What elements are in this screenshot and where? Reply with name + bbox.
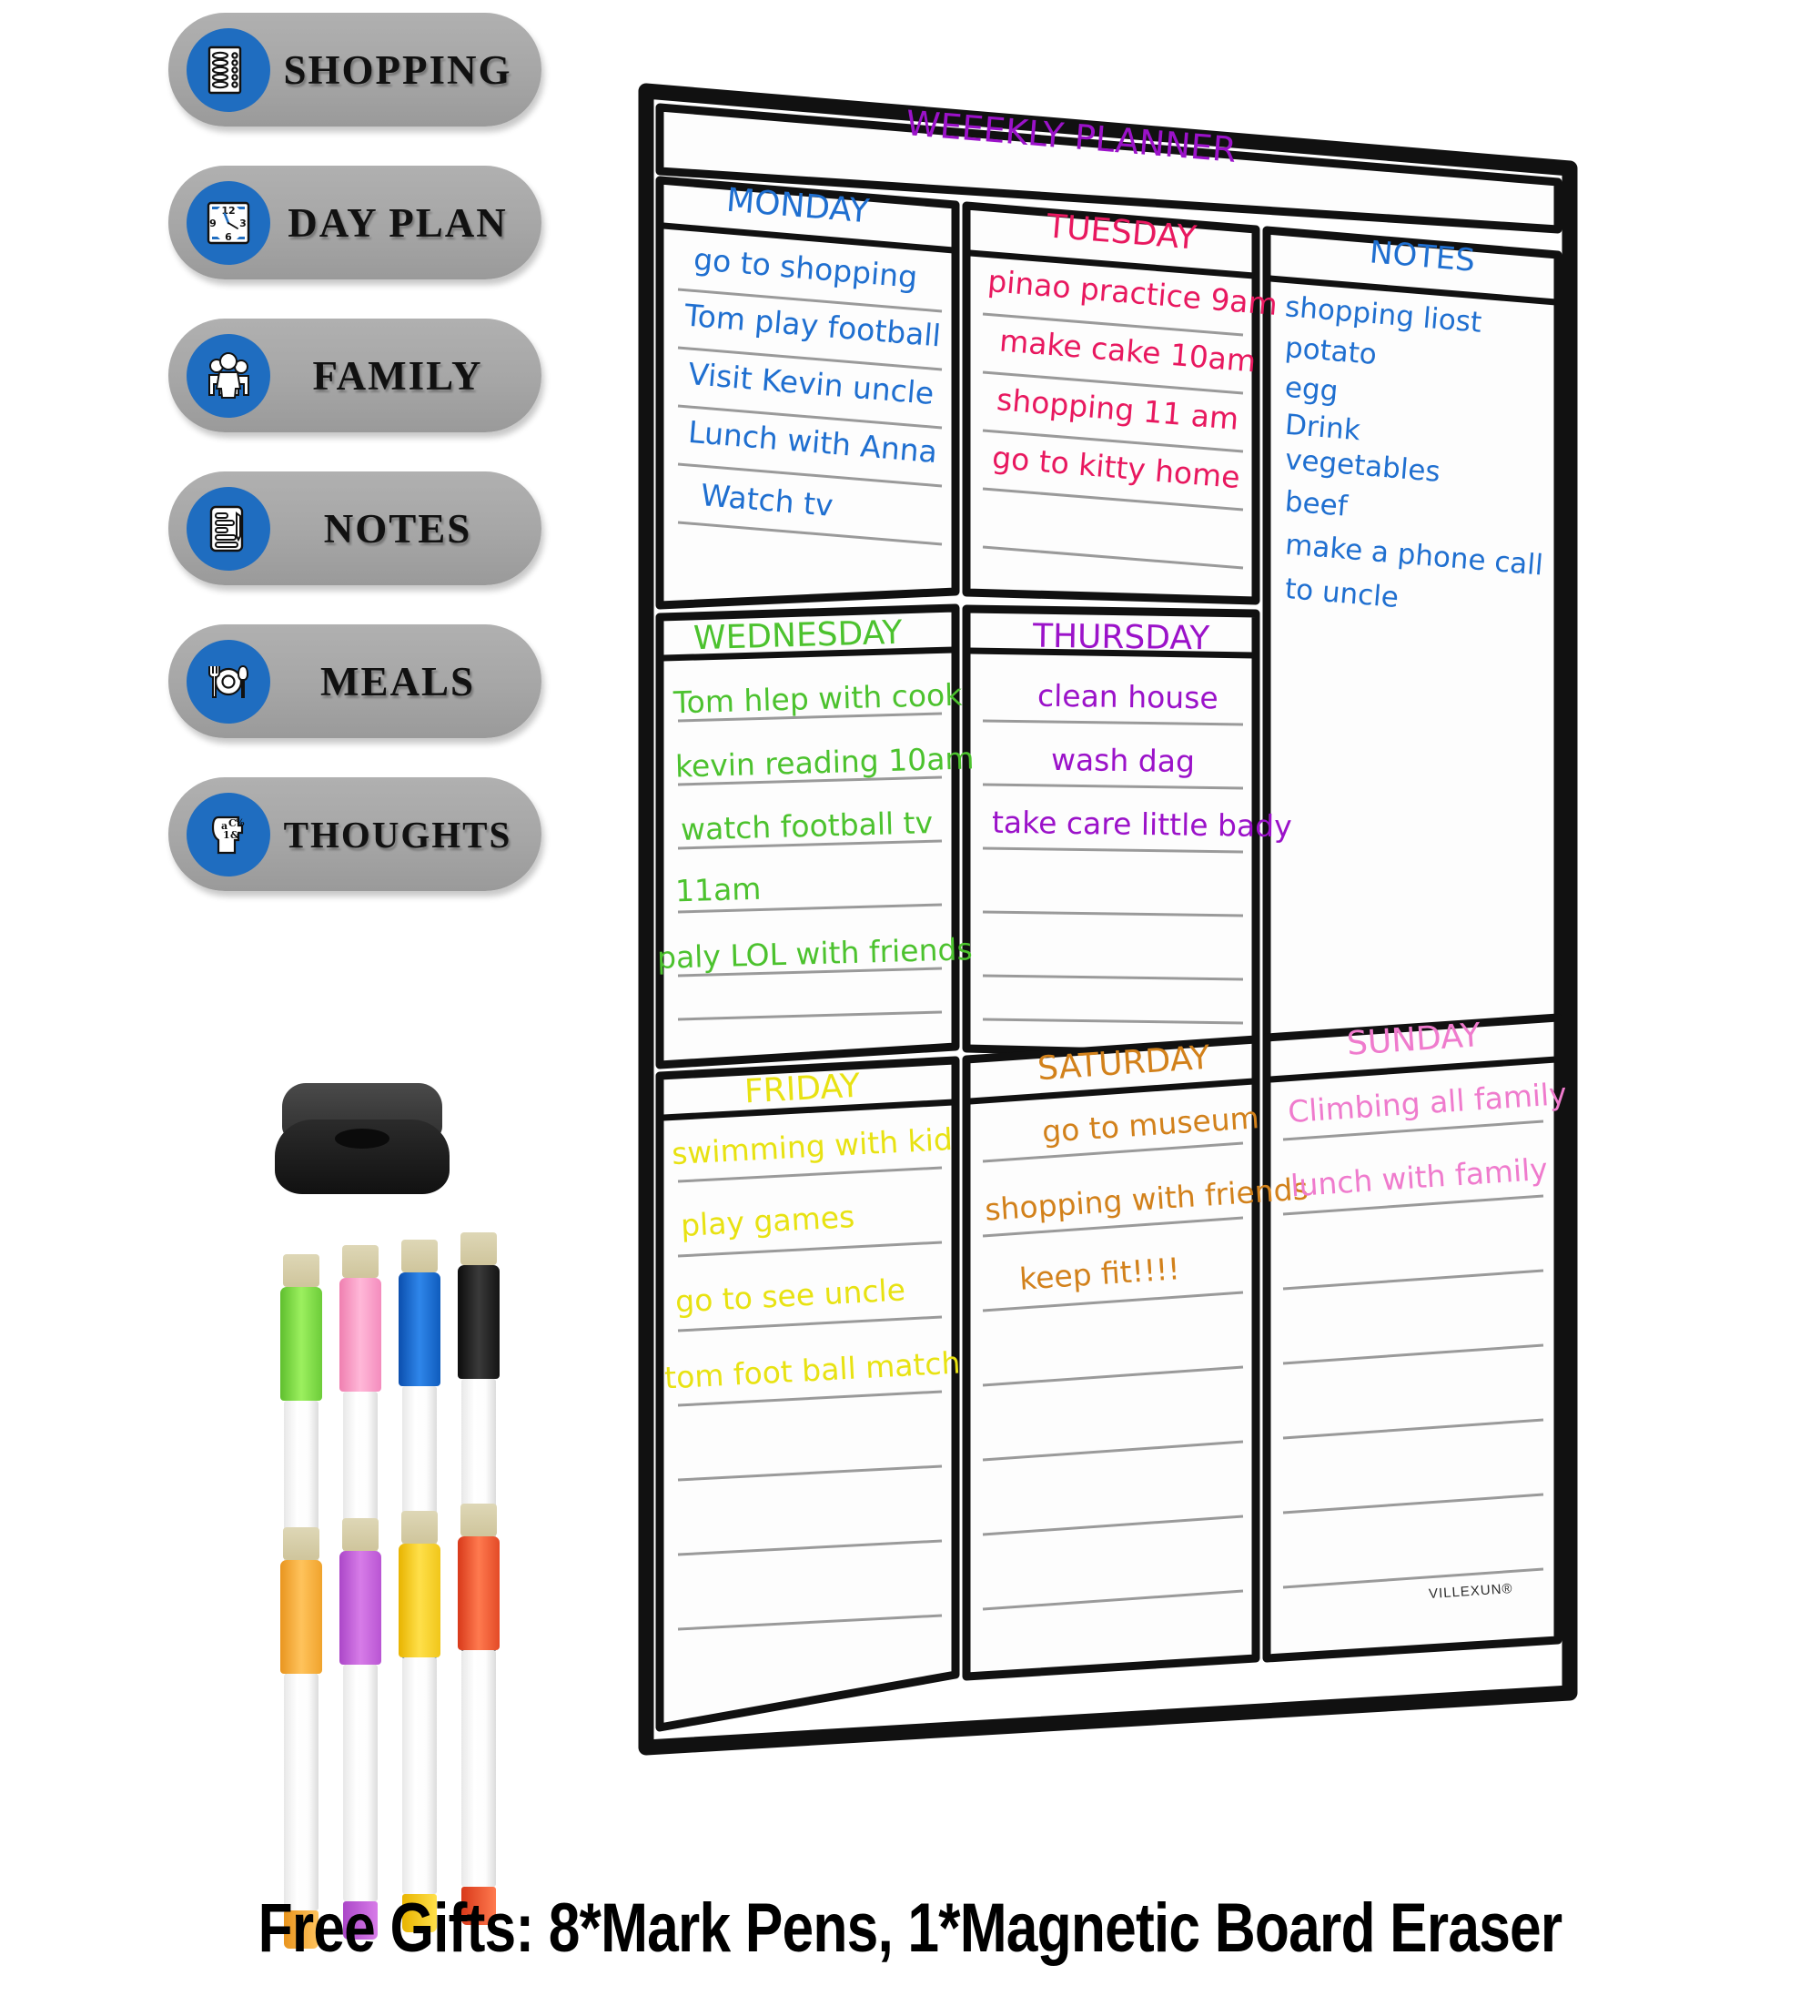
pen-barrel xyxy=(343,1665,378,1901)
marker-pen xyxy=(458,1504,500,1925)
pen-barrel xyxy=(461,1650,496,1887)
product-image: SHOPPING 12 9 3 6 DAY PLAN FAMILY NOTES … xyxy=(0,0,1820,2016)
marker-pen xyxy=(399,1511,440,1932)
promo-caption: Free Gifts: 8*Mark Pens, 1*Magnetic Boar… xyxy=(258,1889,1562,1967)
magnet-shopping[interactable]: SHOPPING xyxy=(168,13,541,127)
pen-cap xyxy=(280,1287,322,1401)
svg-text:9: 9 xyxy=(209,218,217,229)
pen-barrel xyxy=(402,1657,437,1894)
eraser-notch xyxy=(335,1129,389,1149)
magnet-meals[interactable]: MEALS xyxy=(168,624,541,738)
marker-pen xyxy=(339,1518,381,1940)
entry-thursday-2[interactable]: wash dag xyxy=(1051,742,1195,779)
magnet-day-plan[interactable]: 12 9 3 6 DAY PLAN xyxy=(168,166,541,279)
pen-tip xyxy=(342,1518,379,1551)
pen-tip xyxy=(401,1511,438,1544)
marker-pen-set xyxy=(273,1232,546,1949)
pen-cap xyxy=(399,1544,440,1657)
notes-line-4[interactable]: Drink xyxy=(1284,409,1361,448)
svg-text:3: 3 xyxy=(239,218,247,229)
shopping-list-icon xyxy=(187,27,270,112)
magnet-notes[interactable]: NOTES xyxy=(168,471,541,585)
svg-text:&: & xyxy=(230,829,239,841)
pen-cap xyxy=(339,1551,381,1665)
svg-text:12: 12 xyxy=(221,205,235,217)
pen-cap xyxy=(399,1272,440,1386)
pen-tip xyxy=(460,1232,497,1265)
magnet-family[interactable]: FAMILY xyxy=(168,319,541,432)
magnet-label-set: SHOPPING 12 9 3 6 DAY PLAN FAMILY NOTES … xyxy=(168,13,578,930)
magnet-label-text: NOTES xyxy=(323,505,472,552)
pen-tip xyxy=(283,1254,319,1287)
weekly-planner-board[interactable]: WEEEKLY PLANNER MONDAY go to shopping To… xyxy=(628,73,1583,1766)
entry-wednesday-3[interactable]: watch football tv xyxy=(681,805,934,847)
entry-thursday-1[interactable]: clean house xyxy=(1037,678,1218,716)
entry-wednesday-4[interactable]: 11am xyxy=(674,871,761,909)
magnet-label-text: THOUGHTS xyxy=(283,813,512,856)
pen-barrel xyxy=(284,1674,318,1910)
day-header-wednesday: WEDNESDAY xyxy=(693,613,904,658)
pen-cap xyxy=(280,1560,322,1674)
svg-text:%: % xyxy=(236,818,245,828)
cutlery-plate-icon xyxy=(187,639,270,724)
pen-tip xyxy=(460,1504,497,1536)
magnet-label-text: MEALS xyxy=(319,658,476,704)
pen-tip xyxy=(283,1527,319,1560)
magnet-label-text: DAY PLAN xyxy=(288,199,508,246)
svg-text:1: 1 xyxy=(223,829,230,841)
notes-line-3[interactable]: egg xyxy=(1284,371,1340,409)
magnet-label-text: FAMILY xyxy=(312,352,483,399)
magnetic-board-eraser[interactable] xyxy=(275,1083,450,1198)
note-pencil-icon xyxy=(187,486,270,571)
day-header-thursday: THURSDAY xyxy=(1032,617,1210,658)
day-header-friday: FRIDAY xyxy=(743,1067,862,1111)
pen-tip xyxy=(342,1245,379,1278)
pen-tip xyxy=(401,1240,438,1272)
pen-cap xyxy=(458,1536,500,1650)
marker-pen xyxy=(280,1527,322,1949)
notes-line-6[interactable]: beef xyxy=(1284,485,1349,523)
magnet-label-text: SHOPPING xyxy=(283,46,512,93)
entry-thursday-3[interactable]: take care little bady xyxy=(992,805,1292,845)
pen-cap xyxy=(458,1265,500,1379)
magnet-thoughts[interactable]: a C % 1 & THOUGHTS xyxy=(168,777,541,891)
head-symbols-icon: a C % 1 & xyxy=(187,792,270,876)
svg-text:6: 6 xyxy=(225,231,232,243)
family-icon xyxy=(187,333,270,418)
clock-icon: 12 9 3 6 xyxy=(187,180,270,265)
pen-cap xyxy=(339,1278,381,1392)
